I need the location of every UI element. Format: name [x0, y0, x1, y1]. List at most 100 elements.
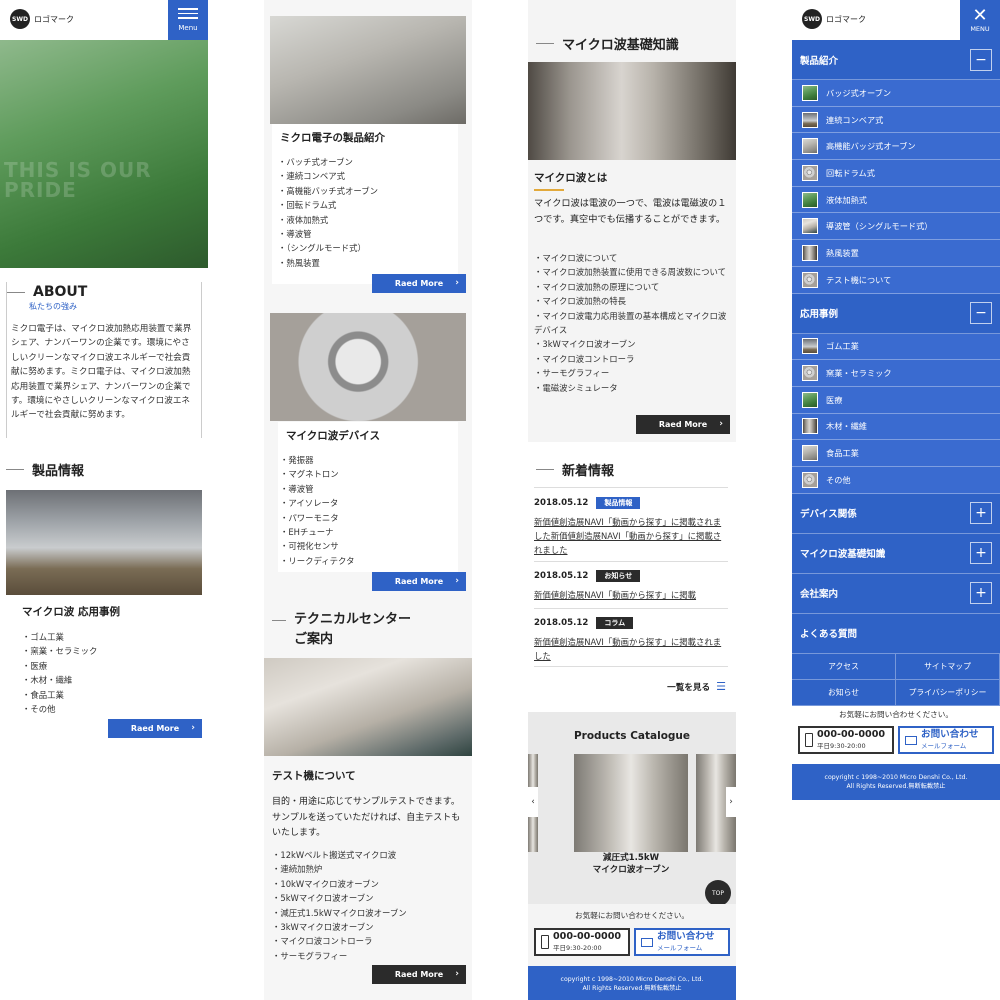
news-title: 新着情報	[536, 460, 614, 479]
read-more-button[interactable]: Raed More ›	[372, 572, 466, 591]
nav-item-label: 回転ドラム式	[826, 167, 875, 178]
list-item[interactable]: マイクロ波について	[534, 251, 730, 265]
list-item[interactable]: 窯業・セラミック	[22, 644, 97, 658]
list-item[interactable]: その他	[22, 702, 97, 716]
list-item[interactable]: 熱風装置	[278, 256, 458, 270]
news-tag: コラム	[596, 617, 634, 629]
list-item[interactable]: 回転ドラム式	[278, 198, 458, 212]
list-item[interactable]: 木材・繊維	[22, 673, 97, 687]
read-more-button[interactable]: Raed More ›	[372, 965, 466, 984]
minus-icon[interactable]: −	[970, 48, 992, 71]
list-item[interactable]: 10kWマイクロ波オーブン	[272, 877, 407, 891]
list-item[interactable]: 電磁波シミュレータ	[534, 381, 730, 395]
list-item[interactable]: 導波管	[278, 227, 458, 241]
nav-head-company[interactable]: 会社案内 +	[792, 574, 1000, 614]
plus-icon[interactable]: +	[970, 502, 992, 525]
news-link[interactable]: 新価値創造展NAVI「動画から探す」に掲載されました	[534, 635, 728, 663]
list-item[interactable]: 高機能バッチ式オーブン	[278, 184, 458, 198]
thumbnail	[802, 111, 818, 128]
nav-item[interactable]: 回転ドラム式	[792, 160, 1000, 187]
list-item[interactable]: ゴム工業	[22, 630, 97, 644]
chevron-left-icon[interactable]: ‹	[528, 787, 538, 817]
mail-button[interactable]: お問い合わせ メールフォーム	[898, 726, 994, 754]
news-item[interactable]: 2018.05.12 製品情報 新価値創造展NAVI「動画から探す」に掲載されまし…	[534, 497, 728, 557]
nav-item[interactable]: 連続コンベア式	[792, 106, 1000, 134]
news-link[interactable]: 新価値創造展NAVI「動画から探す」に掲載	[534, 588, 728, 602]
logo[interactable]: SWD ロゴマーク	[10, 9, 74, 29]
list-item[interactable]: リークディテクタ	[280, 554, 458, 568]
list-item[interactable]: 3kWマイクロ波オーブン	[534, 337, 730, 351]
list-item[interactable]: マイクロ波加熱の特長	[534, 294, 730, 308]
read-more-button[interactable]: Raed More ›	[636, 415, 730, 434]
list-item[interactable]: サーモグラフィー	[272, 949, 407, 963]
list-item[interactable]: 発振器	[280, 453, 458, 467]
close-icon: ✕	[972, 5, 988, 26]
nav-link-sitemap[interactable]: サイトマップ	[896, 653, 1000, 680]
logo[interactable]: SWD ロゴマーク	[802, 9, 866, 29]
nav-link-access[interactable]: アクセス	[792, 653, 896, 680]
nav-head-applications[interactable]: 応用事例 −	[792, 294, 1000, 334]
list-item[interactable]: 連続コンベア式	[278, 169, 458, 183]
mail-button[interactable]: お問い合わせ メールフォーム	[634, 928, 730, 956]
nav-item[interactable]: テスト機について	[792, 266, 1000, 294]
list-item[interactable]: 導波管	[280, 482, 458, 496]
nav-item[interactable]: 熱風装置	[792, 240, 1000, 267]
list-item[interactable]: アイソレータ	[280, 496, 458, 510]
list-item[interactable]: 医療	[22, 659, 97, 673]
list-item[interactable]: 連続加熱炉	[272, 862, 407, 876]
news-item[interactable]: 2018.05.12 コラム 新価値創造展NAVI「動画から探す」に掲載されました	[534, 617, 728, 663]
nav-item[interactable]: ゴム工業	[792, 333, 1000, 361]
read-more-button[interactable]: Raed More ›	[108, 719, 202, 738]
list-item[interactable]: EHチューナ	[280, 525, 458, 539]
list-item[interactable]: マイクロ波コントローラ	[534, 352, 730, 366]
news-item[interactable]: 2018.05.12 お知らせ 新価値創造展NAVI「動画から探す」に掲載	[534, 570, 728, 602]
nav-link-news[interactable]: お知らせ	[792, 679, 896, 706]
nav-item[interactable]: バッジ式オーブン	[792, 80, 1000, 107]
nav-item[interactable]: 液体加熱式	[792, 186, 1000, 214]
list-item[interactable]: マイクロ波加熱装置に使用できる周波数について	[534, 265, 730, 279]
nav-item[interactable]: 窯業・セラミック	[792, 360, 1000, 387]
list-item[interactable]: サーモグラフィー	[534, 366, 730, 380]
list-item[interactable]: 5kWマイクロ波オーブン	[272, 891, 407, 905]
nav-link-privacy[interactable]: プライバシーポリシー	[896, 679, 1000, 706]
list-item[interactable]: マイクロ波電力応用装置の基本構成とマイクロ波デバイス	[534, 309, 730, 338]
list-item[interactable]: 12kWベルト搬送式マイクロ波	[272, 848, 407, 862]
nav-head-products[interactable]: 製品紹介 −	[792, 40, 1000, 80]
catalogue-slide[interactable]	[574, 754, 688, 852]
news-link[interactable]: 新価値創造展NAVI「動画から探す」に掲載されました新価値創造展NAVI「動画か…	[534, 515, 728, 557]
read-more-button[interactable]: Raed More ›	[372, 274, 466, 293]
phone-button[interactable]: 000-00-0000 平日9:30-20:00	[534, 928, 630, 956]
chevron-right-icon[interactable]: ›	[726, 787, 736, 817]
list-item[interactable]: 減圧式1.5kWマイクロ波オーブン	[272, 906, 406, 920]
nav-item[interactable]: 食品工業	[792, 440, 1000, 467]
nav-item[interactable]: 医療	[792, 386, 1000, 414]
nav-head-basics[interactable]: マイクロ波基礎知識 +	[792, 534, 1000, 574]
nav-head-devices[interactable]: デバイス関係 +	[792, 494, 1000, 534]
nav-item[interactable]: 高機能バッジ式オーブン	[792, 133, 1000, 161]
nav-item[interactable]: 木材・繊維	[792, 413, 1000, 441]
list-item[interactable]: 食品工業	[22, 688, 97, 702]
list-item[interactable]: マイクロ波コントローラ	[272, 934, 407, 948]
phone-button[interactable]: 000-00-0000 平日9:30-20:00	[798, 726, 894, 754]
list-item[interactable]: パワーモニタ	[280, 511, 458, 525]
list-item[interactable]: 可視化センサ	[280, 539, 458, 553]
nav-item-label: 連続コンベア式	[826, 114, 884, 125]
applications-card-title: マイクロ波 応用事例	[14, 598, 194, 625]
list-item[interactable]: 3kWマイクロ波オーブン	[272, 920, 407, 934]
list-item[interactable]: マグネトロン	[280, 467, 458, 481]
list-item[interactable]: マイクロ波加熱の原理について	[534, 280, 730, 294]
nav-item[interactable]: 導波管（シングルモード式）	[792, 213, 1000, 241]
back-to-top-button[interactable]: TOP	[705, 880, 731, 904]
list-item[interactable]: 液体加熱式	[278, 213, 458, 227]
phone-hours: 平日9:30-20:00	[553, 944, 602, 952]
nav-item[interactable]: その他	[792, 466, 1000, 494]
list-item[interactable]: （シングルモード式）	[278, 241, 458, 255]
menu-button[interactable]: Menu	[168, 0, 208, 40]
nav-head-faq[interactable]: よくある質問	[792, 614, 1000, 654]
plus-icon[interactable]: +	[970, 542, 992, 565]
menu-close-button[interactable]: ✕ MENU	[960, 0, 1000, 40]
news-list-link[interactable]: 一覧を見る ☰	[667, 680, 726, 693]
minus-icon[interactable]: −	[970, 302, 992, 324]
list-item[interactable]: バッチ式オーブン	[278, 155, 458, 169]
plus-icon[interactable]: +	[970, 582, 992, 605]
